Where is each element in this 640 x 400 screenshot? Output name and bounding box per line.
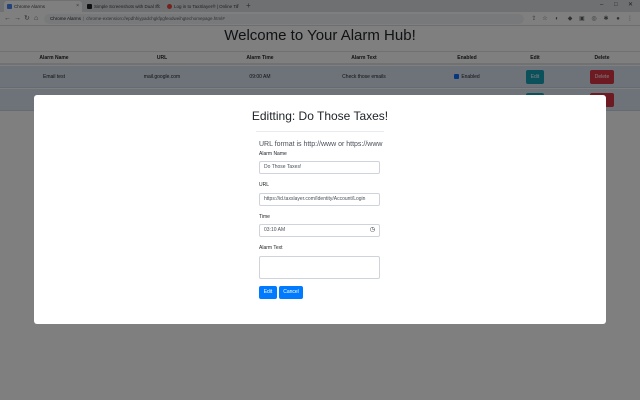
clock-icon[interactable]: ◷: [370, 225, 375, 236]
url-input[interactable]: https://id.taxslayer.com/Identity/Accoun…: [259, 193, 380, 206]
edit-alarm-modal: Editting: Do Those Taxes! URL format is …: [34, 95, 606, 324]
time-value: 03:10 AM: [264, 227, 286, 233]
edit-submit-button[interactable]: Edit: [259, 286, 277, 299]
modal-divider: [256, 131, 384, 132]
alarm-name-label: Alarm Name: [259, 151, 287, 157]
url-label: URL: [259, 182, 270, 188]
cancel-button[interactable]: Cancel: [279, 286, 303, 299]
alarm-text-label: Alarm Text: [259, 245, 283, 251]
modal-title: Editting: Do Those Taxes!: [251, 109, 389, 123]
time-input[interactable]: 03:10 AM ◷: [259, 224, 380, 237]
alarm-name-input[interactable]: Do Those Taxes!: [259, 161, 380, 174]
alarm-name-value: Do Those Taxes!: [264, 164, 302, 170]
time-label: Time: [259, 214, 270, 220]
url-value: https://id.taxslayer.com/Identity/Accoun…: [264, 196, 366, 202]
alarm-text-textarea[interactable]: [259, 256, 380, 279]
url-format-hint: URL format is http://www or https://www: [259, 141, 383, 148]
